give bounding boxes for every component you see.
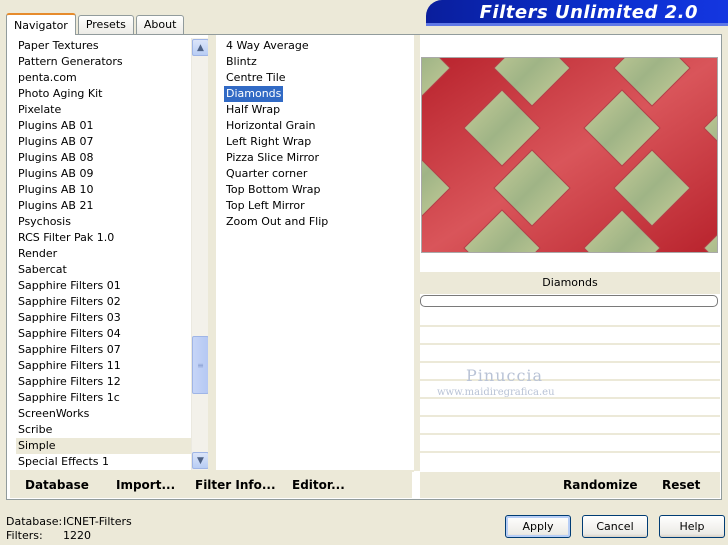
import-button[interactable]: Import...: [116, 472, 175, 498]
filter-row: Pizza Slice Mirror: [224, 150, 404, 166]
reset-button[interactable]: Reset: [662, 472, 700, 498]
help-button[interactable]: Help: [659, 515, 725, 538]
filter-item[interactable]: Blintz: [224, 55, 259, 68]
category-item[interactable]: Pattern Generators: [16, 54, 192, 70]
app-title: Filters Unlimited 2.0: [479, 2, 698, 23]
apply-button[interactable]: Apply: [505, 515, 571, 538]
category-item[interactable]: Plugins AB 01: [16, 118, 192, 134]
preview-bottom-margin: [420, 254, 720, 272]
category-item[interactable]: Plugins AB 09: [16, 166, 192, 182]
filter-row: Quarter corner: [224, 166, 404, 182]
grip-icon: ≡: [197, 360, 204, 370]
category-item[interactable]: Special Effects 1: [16, 454, 192, 468]
parameter-row: [420, 327, 720, 345]
parameter-row: [420, 345, 720, 363]
category-list[interactable]: Paper Textures Pattern Generators penta.co…: [16, 38, 192, 468]
cancel-button[interactable]: Cancel: [582, 515, 648, 538]
filter-row: 4 Way Average: [224, 38, 404, 54]
filter-row: Centre Tile: [224, 70, 404, 86]
filter-info-button[interactable]: Filter Info...: [195, 472, 276, 498]
tab-bar: Navigator Presets About: [6, 12, 186, 35]
filter-item[interactable]: Quarter corner: [224, 167, 309, 180]
category-item[interactable]: penta.com: [16, 70, 192, 86]
filter-item[interactable]: Top Left Mirror: [224, 199, 307, 212]
watermark-name: Pinuccia: [466, 366, 544, 385]
diamonds-pattern: [422, 58, 717, 252]
filter-list[interactable]: 4 Way Average Blintz Centre Tile Diamonds Ha…: [224, 38, 404, 458]
parameter-row: [420, 417, 720, 435]
filter-row: Blintz: [224, 54, 404, 70]
category-item[interactable]: Psychosis: [16, 214, 192, 230]
filter-item[interactable]: Left Right Wrap: [224, 135, 313, 148]
scroll-up-button[interactable]: ▲: [192, 39, 209, 56]
parameter-row: [420, 399, 720, 417]
chevron-up-icon: ▲: [197, 42, 204, 53]
parameter-row: [420, 309, 720, 327]
current-filter-label: Diamonds: [420, 272, 720, 294]
filter-item[interactable]: 4 Way Average: [224, 39, 311, 52]
filter-item[interactable]: Top Bottom Wrap: [224, 183, 323, 196]
scroll-down-button[interactable]: ▼: [192, 452, 209, 469]
filters-count: 1220: [63, 529, 91, 542]
category-item[interactable]: Photo Aging Kit: [16, 86, 192, 102]
randomize-button[interactable]: Randomize: [563, 472, 637, 498]
category-item[interactable]: Simple: [16, 438, 192, 454]
filter-item[interactable]: Horizontal Grain: [224, 119, 317, 132]
category-item[interactable]: Plugins AB 21: [16, 198, 192, 214]
editor-button[interactable]: Editor...: [292, 472, 345, 498]
filter-row: Horizontal Grain: [224, 118, 404, 134]
category-item[interactable]: Sabercat: [16, 262, 192, 278]
parameter-row: [420, 363, 720, 381]
database-button[interactable]: Database: [25, 472, 89, 498]
parameter-row: [420, 435, 720, 453]
status-info: Database: ICNET-Filters Filters: 1220: [6, 515, 132, 543]
tab-about[interactable]: About: [135, 15, 185, 34]
preview-image: [421, 57, 718, 253]
database-value: ICNET-Filters: [63, 515, 132, 528]
scroll-thumb[interactable]: ≡: [192, 336, 209, 394]
category-item[interactable]: Plugins AB 08: [16, 150, 192, 166]
category-item[interactable]: Pixelate: [16, 102, 192, 118]
category-item[interactable]: Sapphire Filters 02: [16, 294, 192, 310]
filter-item[interactable]: Centre Tile: [224, 71, 288, 84]
filters-label: Filters:: [6, 529, 43, 542]
category-item[interactable]: ScreenWorks: [16, 406, 192, 422]
filter-row: Top Left Mirror: [224, 198, 404, 214]
category-item[interactable]: Sapphire Filters 07: [16, 342, 192, 358]
filter-row: Top Bottom Wrap: [224, 182, 404, 198]
column-divider: [208, 35, 216, 471]
filter-item[interactable]: Zoom Out and Flip: [224, 215, 330, 228]
title-banner: Filters Unlimited 2.0: [426, 0, 728, 26]
category-item[interactable]: Sapphire Filters 1c: [16, 390, 192, 406]
watermark-url: www.maidiregrafica.eu: [437, 387, 555, 398]
filter-row: Left Right Wrap: [224, 134, 404, 150]
chevron-down-icon: ▼: [197, 455, 204, 466]
category-item[interactable]: Sapphire Filters 11: [16, 358, 192, 374]
filter-item[interactable]: Pizza Slice Mirror: [224, 151, 321, 164]
category-item[interactable]: Render: [16, 246, 192, 262]
category-item[interactable]: Sapphire Filters 04: [16, 326, 192, 342]
category-item[interactable]: Plugins AB 10: [16, 182, 192, 198]
category-item[interactable]: RCS Filter Pak 1.0: [16, 230, 192, 246]
category-item[interactable]: Scribe: [16, 422, 192, 438]
tab-navigator[interactable]: Navigator: [6, 13, 76, 35]
category-item[interactable]: Paper Textures: [16, 38, 192, 54]
filter-row: Diamonds: [224, 86, 404, 102]
filter-item[interactable]: Diamonds: [224, 86, 284, 102]
category-item[interactable]: Sapphire Filters 03: [16, 310, 192, 326]
filter-item[interactable]: Half Wrap: [224, 103, 282, 116]
category-item[interactable]: Sapphire Filters 12: [16, 374, 192, 390]
progress-bar: [420, 295, 718, 307]
category-item[interactable]: Plugins AB 07: [16, 134, 192, 150]
filter-row: Half Wrap: [224, 102, 404, 118]
category-item[interactable]: Sapphire Filters 01: [16, 278, 192, 294]
category-scrollbar[interactable]: ▲ ≡ ▼: [191, 38, 209, 470]
tab-presets[interactable]: Presets: [77, 15, 134, 34]
preview-top-margin: [420, 38, 720, 56]
navigator-toolbar: Database Import... Filter Info... Editor…: [10, 472, 412, 498]
database-label: Database:: [6, 515, 63, 528]
preview-toolbar: Randomize Reset: [420, 472, 720, 498]
filter-row: Zoom Out and Flip: [224, 214, 404, 230]
